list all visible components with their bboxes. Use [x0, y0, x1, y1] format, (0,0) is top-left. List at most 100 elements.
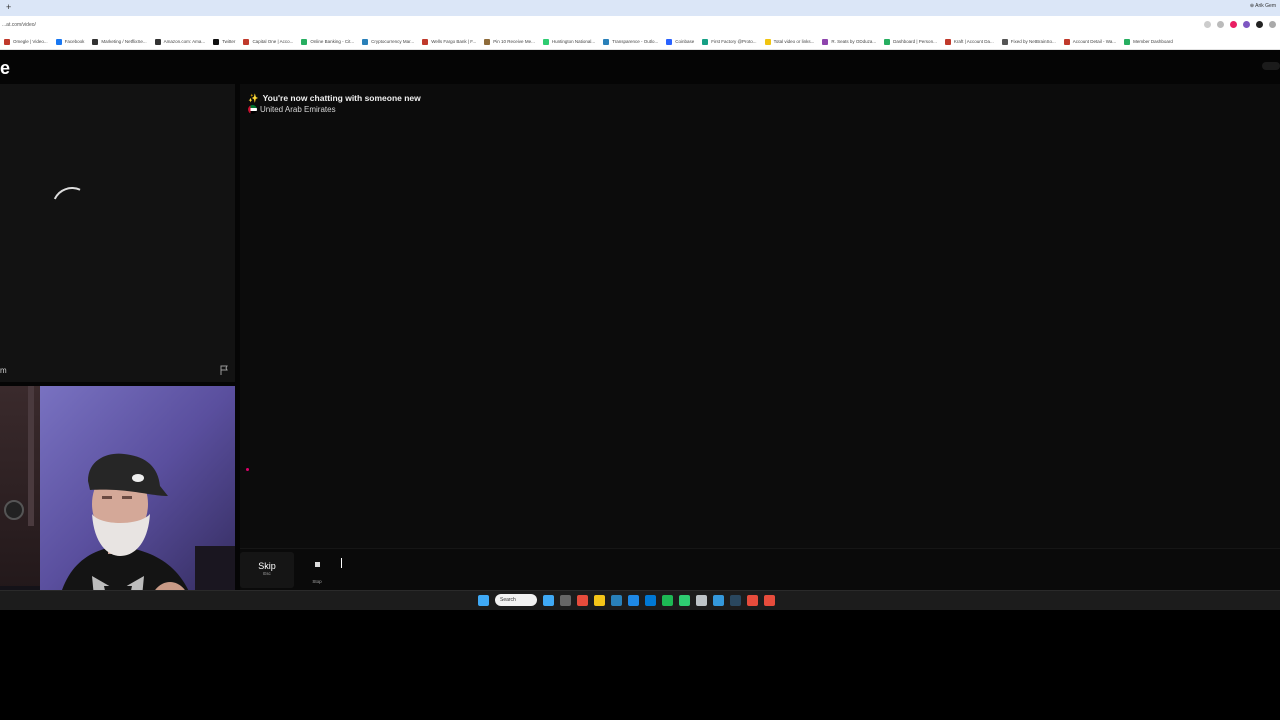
taskbar-app-icon[interactable]	[747, 594, 758, 606]
system-message-text: You're now chatting with someone new	[262, 93, 421, 103]
bookmark-label: First Factory @Proto...	[711, 39, 757, 44]
bookmark-label: Marketing / NetflixSe...	[101, 39, 147, 44]
menu-button[interactable]	[1262, 62, 1280, 70]
taskbar-app-icon[interactable]	[679, 594, 690, 606]
bookmark-item[interactable]: Cryptocurrency Mar...	[362, 38, 415, 45]
extension-icon[interactable]	[1243, 21, 1250, 28]
chat-message-input[interactable]	[340, 555, 1270, 583]
bookmark-item[interactable]: Coinbase	[666, 38, 695, 45]
bookmark-favicon-icon	[666, 38, 673, 45]
bookmark-label: Omegle | Video...	[13, 39, 48, 44]
bookmark-item[interactable]: Online Banking - Cit...	[301, 38, 355, 45]
bookmark-label: Cryptocurrency Mar...	[371, 39, 415, 44]
bookmark-item[interactable]: Amazon.com: Ama...	[154, 38, 206, 45]
bookmark-label: Transparence - Outlo...	[612, 39, 659, 44]
browser-address-bar: ...at.com/video/	[0, 16, 1280, 34]
bookmark-star-icon[interactable]	[1204, 21, 1211, 28]
bookmark-item[interactable]: R. Seats by ODduza...	[822, 38, 877, 45]
bookmark-item[interactable]: Account Detail - Wa...	[1063, 38, 1117, 45]
system-message: ✨ You're now chatting with someone new	[248, 93, 421, 104]
bookmark-item[interactable]: Total video or links...	[764, 38, 814, 45]
extension-icon[interactable]	[1230, 21, 1237, 28]
bookmark-label: Facebook	[64, 39, 85, 44]
bookmark-favicon-icon	[542, 38, 549, 45]
taskbar-app-icon[interactable]	[764, 594, 775, 606]
site-logo[interactable]: e	[0, 58, 10, 78]
bookmark-label: R. Seats by ODduza...	[831, 39, 877, 44]
letterbox-area	[0, 610, 1280, 720]
bookmark-favicon-icon	[4, 38, 10, 45]
stop-button[interactable]: Stop	[298, 552, 336, 588]
bookmark-item[interactable]: Facebook	[55, 38, 85, 45]
bookmark-favicon-icon	[1001, 38, 1008, 45]
extension-icon[interactable]	[1217, 21, 1224, 28]
taskbar-app-icon[interactable]	[662, 594, 673, 606]
bookmark-label: Online Banking - Cit...	[310, 39, 355, 44]
taskbar-search-label: Search	[500, 597, 516, 603]
dark-mode-icon[interactable]	[1256, 21, 1263, 28]
taskbar-app-icon[interactable]	[628, 594, 639, 606]
bookmark-favicon-icon	[213, 38, 220, 45]
skip-shortcut-hint: Esc	[263, 571, 271, 576]
bookmark-item[interactable]: First Factory @Proto...	[702, 38, 757, 45]
sparkle-icon: ✨	[248, 93, 259, 103]
bookmark-favicon-icon	[764, 38, 771, 45]
taskbar-app-icon[interactable]	[611, 594, 622, 606]
chat-controls: Skip Esc Stop	[240, 548, 1280, 590]
bookmark-item[interactable]: Wells Fargo Bank | F...	[422, 38, 477, 45]
bookmark-favicon-icon	[1124, 38, 1131, 45]
bookmark-item[interactable]: Dashboard | Person...	[884, 38, 937, 45]
profile-button[interactable]: ⊕ Arik Gem	[1250, 3, 1276, 9]
puzzle-icon[interactable]	[1269, 21, 1276, 28]
bookmark-item[interactable]: Fixed by NetBrainSo...	[1001, 38, 1056, 45]
new-tab-icon[interactable]: +	[6, 2, 11, 12]
bookmark-favicon-icon	[154, 38, 161, 45]
bookmark-label: Account Detail - Wa...	[1072, 39, 1117, 44]
taskbar-app-icon[interactable]	[543, 594, 554, 606]
bookmark-item[interactable]: Kraft | Account Da...	[944, 38, 994, 45]
bookmark-item[interactable]: Twitter	[213, 38, 236, 45]
bookmark-item[interactable]: Omegle | Video...	[4, 38, 48, 45]
bookmark-label: Wells Fargo Bank | F...	[431, 39, 477, 44]
skip-button[interactable]: Skip Esc	[240, 552, 294, 588]
bookmark-favicon-icon	[243, 38, 250, 45]
bookmarks-bar: Omegle | Video... Facebook Marketing / Net…	[0, 34, 1280, 50]
bookmark-favicon-icon	[944, 38, 951, 45]
loading-spinner-icon	[46, 181, 98, 233]
bookmark-favicon-icon	[362, 38, 369, 45]
bookmark-label: Amazon.com: Ama...	[163, 39, 206, 44]
taskbar-icons: Search	[478, 594, 775, 606]
video-overlay-label: m	[0, 366, 7, 375]
bookmark-item[interactable]: Transparence - Outlo...	[603, 38, 659, 45]
taskbar-app-icon[interactable]	[594, 594, 605, 606]
bookmark-favicon-icon	[603, 38, 610, 45]
video-chat-app: e m ✨ You're now chatting with someone n…	[0, 50, 1280, 638]
bookmark-label: Member Dashboard	[1133, 39, 1173, 44]
text-caret	[341, 558, 342, 568]
bookmark-item[interactable]: Marketing / NetflixSe...	[92, 38, 147, 45]
taskbar-app-icon[interactable]	[713, 594, 724, 606]
windows-start-icon[interactable]	[478, 594, 489, 606]
bookmark-label: Twitter	[222, 39, 236, 44]
bookmark-label: Fixed by NetBrainSo...	[1010, 39, 1056, 44]
bookmark-favicon-icon	[484, 38, 491, 45]
taskbar-app-icon[interactable]	[560, 594, 571, 606]
skip-button-label: Skip	[258, 561, 276, 571]
bookmark-item[interactable]: Member Dashboard	[1124, 38, 1173, 45]
bookmark-item[interactable]: Pin 10 Receive Me...	[484, 38, 535, 45]
bookmark-label: Coinbase	[675, 39, 695, 44]
report-flag-icon[interactable]	[218, 364, 230, 376]
taskbar-app-icon[interactable]	[730, 594, 741, 606]
bookmark-item[interactable]: Huntington National...	[542, 38, 595, 45]
taskbar-search[interactable]: Search	[495, 594, 537, 606]
bookmark-favicon-icon	[301, 38, 308, 45]
stranger-video-panel: m	[0, 84, 235, 382]
bookmark-favicon-icon	[422, 38, 429, 45]
taskbar-app-icon[interactable]	[696, 594, 707, 606]
taskbar-app-icon[interactable]	[645, 594, 656, 606]
chat-log: ✨ You're now chatting with someone new Un…	[240, 84, 1280, 548]
taskbar-app-icon[interactable]	[577, 594, 588, 606]
stranger-country-label: United Arab Emirates	[260, 105, 336, 114]
bookmark-item[interactable]: Capital One | Acco...	[243, 38, 293, 45]
url-field[interactable]: ...at.com/video/	[2, 22, 36, 28]
